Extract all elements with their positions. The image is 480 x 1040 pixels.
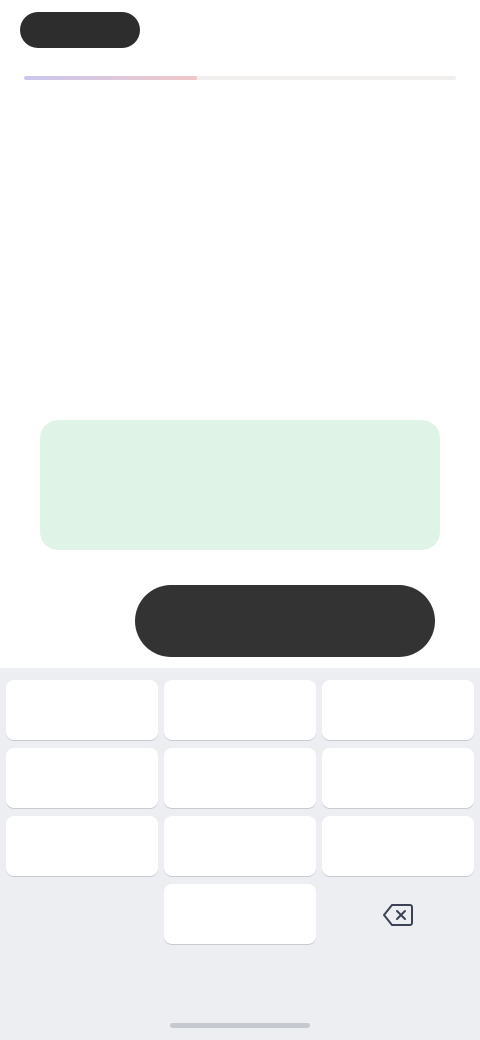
keypad-key-3[interactable] [322, 680, 474, 740]
keypad-key-2[interactable] [164, 680, 316, 740]
keypad-key-empty [6, 884, 158, 944]
keypad-key-7[interactable] [6, 816, 158, 876]
backspace-icon [383, 904, 413, 927]
keypad-key-5[interactable] [164, 748, 316, 808]
progress-fill [24, 76, 197, 80]
info-card [40, 420, 440, 550]
back-button[interactable] [20, 12, 140, 48]
home-indicator [170, 1023, 310, 1028]
numeric-keypad [0, 668, 480, 1040]
top-bar [0, 0, 480, 80]
progress-bar [24, 76, 456, 80]
step-indicator [354, 20, 444, 38]
keypad-key-6[interactable] [322, 748, 474, 808]
keypad-key-8[interactable] [164, 816, 316, 876]
keypad-grid [6, 680, 474, 944]
continue-button[interactable] [135, 585, 435, 657]
keypad-key-delete[interactable] [322, 884, 474, 944]
keypad-key-0[interactable] [164, 884, 316, 944]
app-screen [0, 0, 480, 1040]
keypad-key-9[interactable] [322, 816, 474, 876]
keypad-key-4[interactable] [6, 748, 158, 808]
keypad-key-1[interactable] [6, 680, 158, 740]
